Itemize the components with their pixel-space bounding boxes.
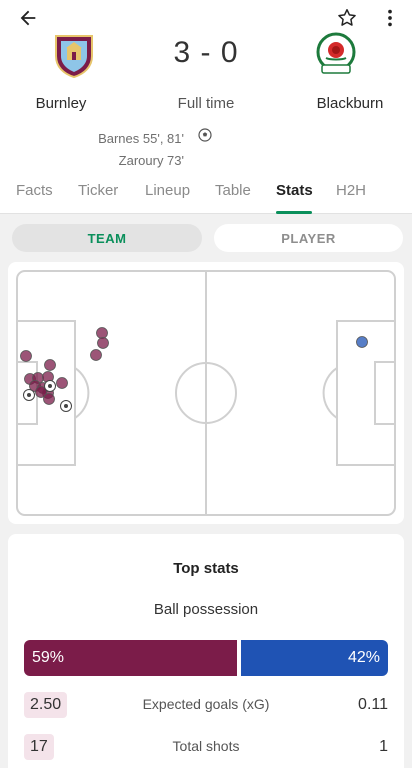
possession-home-value: 59%: [24, 640, 237, 676]
match-status: Full time: [177, 95, 235, 112]
possession-bar: 59% 42%: [24, 640, 388, 676]
goal-scorers: Barnes 55', 81' Zaroury 73': [60, 128, 184, 172]
shot-marker-home[interactable]: [20, 350, 32, 362]
shot-map-card: [8, 262, 404, 524]
shot-marker-home[interactable]: [97, 337, 109, 349]
tab-facts[interactable]: Facts: [16, 182, 53, 199]
team-toggle-button[interactable]: TEAM: [12, 224, 202, 252]
player-toggle-button[interactable]: PLAYER: [214, 224, 403, 252]
shot-marker-home[interactable]: [90, 349, 102, 361]
stat-home-value: 2.50: [24, 692, 68, 718]
tab-lineup[interactable]: Lineup: [145, 182, 190, 199]
stat-label: Total shots: [172, 738, 240, 754]
shot-map-pitch[interactable]: [8, 262, 404, 524]
shot-marker-home[interactable]: [56, 377, 68, 389]
burnley-crest-icon[interactable]: [52, 32, 96, 79]
home-team-name[interactable]: Burnley: [6, 95, 116, 112]
goal-marker-center: [64, 404, 68, 408]
football-icon: [198, 128, 212, 142]
back-arrow-icon[interactable]: [12, 2, 44, 34]
top-stats-title: Top stats: [173, 560, 239, 577]
tab-h2h[interactable]: H2H: [336, 182, 366, 199]
away-team-name[interactable]: Blackburn: [295, 95, 405, 112]
top-stats-card: Top stats Ball possession 59% 42% 2.50 E…: [8, 534, 404, 768]
goal-marker-center: [27, 393, 31, 397]
goal-marker-center: [48, 384, 52, 388]
scorer-line: Zaroury 73': [118, 153, 184, 168]
shot-marker-away[interactable]: [356, 336, 368, 348]
shot-marker-home[interactable]: [43, 393, 55, 405]
tab-table[interactable]: Table: [215, 182, 251, 199]
shot-marker-home[interactable]: [96, 327, 108, 339]
stat-row-xg: 2.50 Expected goals (xG) 0.11: [24, 692, 388, 720]
stat-label: Expected goals (xG): [142, 696, 270, 712]
shots-layer: [20, 327, 368, 412]
tab-ticker[interactable]: Ticker: [78, 182, 118, 199]
match-score: 3 - 0: [173, 36, 239, 69]
more-vert-icon[interactable]: [374, 2, 406, 34]
stat-home-value: 17: [24, 734, 54, 760]
tab-bar: Facts Ticker Lineup Table Stats H2H: [0, 172, 412, 214]
possession-label: Ball possession: [153, 601, 259, 618]
scorer-line: Barnes 55', 81': [98, 131, 184, 146]
stat-row-total-shots: 17 Total shots 1: [24, 734, 388, 762]
blackburn-crest-icon[interactable]: [314, 32, 358, 78]
star-icon[interactable]: [331, 2, 363, 34]
shot-marker-home[interactable]: [44, 359, 56, 371]
possession-away-value: 42%: [241, 640, 388, 676]
tab-stats[interactable]: Stats: [276, 182, 313, 199]
active-tab-indicator: [276, 211, 312, 214]
stat-away-value: 0.11: [358, 696, 388, 713]
stat-away-value: 1: [379, 738, 388, 755]
match-header: 3 - 0 Burnley Full time Blackburn Barnes…: [0, 0, 412, 214]
